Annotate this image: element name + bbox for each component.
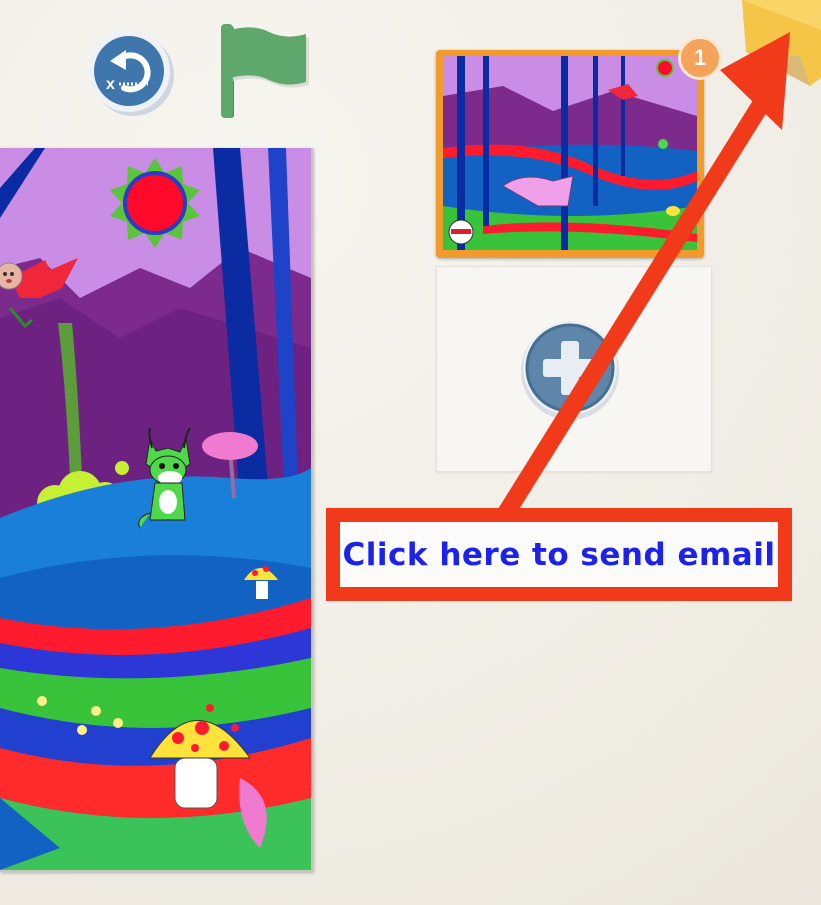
svg-text:x: x	[106, 76, 115, 93]
green-flag-icon	[221, 24, 309, 118]
page-thumbnail[interactable]	[436, 50, 704, 258]
undo-button[interactable]: x	[86, 26, 176, 116]
email-callout: Click here to send email	[326, 508, 792, 601]
email-callout-text: Click here to send email	[342, 536, 776, 573]
page-number-badge: 1	[678, 36, 722, 80]
email-callout-box: Click here to send email	[340, 522, 778, 587]
jungle-scene-image	[0, 148, 311, 870]
stage-canvas[interactable]	[0, 148, 313, 872]
add-page-button[interactable]	[519, 318, 621, 420]
green-flag-button[interactable]	[214, 22, 314, 122]
share-tab-icon	[742, 0, 821, 86]
plus-icon	[521, 321, 619, 420]
page-thumbnail-image	[443, 56, 697, 250]
undo-icon: x	[88, 30, 174, 116]
share-tab[interactable]	[740, 0, 821, 90]
